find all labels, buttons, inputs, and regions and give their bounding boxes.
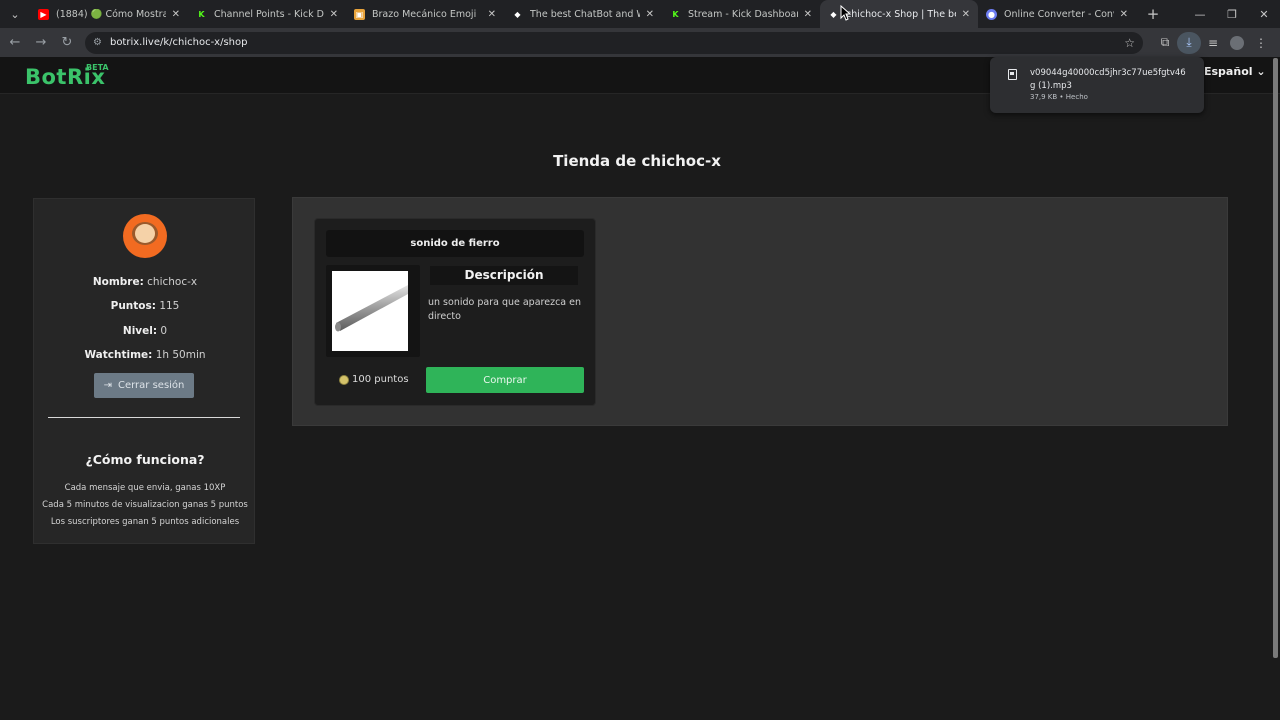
close-tab-icon[interactable]: ✕: [962, 9, 970, 20]
shop-item-card: sonido de fierro Descripción un sonido p…: [314, 218, 596, 406]
item-title: sonido de fierro: [326, 230, 584, 257]
close-tab-icon[interactable]: ✕: [488, 9, 496, 20]
beta-badge: BETA: [86, 63, 109, 72]
browser-toolbar: ← → ↻ ⚙ botrix.live/k/chichoc-x/shop ☆ ⧉…: [0, 28, 1280, 57]
kick-icon: K: [672, 9, 679, 19]
page-scrollbar[interactable]: [1273, 58, 1278, 658]
reload-icon[interactable]: ↻: [55, 31, 79, 55]
download-bubble: v09044g40000cd5jhr3c77ue5fgtv46g (1).mp3…: [990, 57, 1204, 113]
mouse-cursor-icon: [840, 5, 852, 21]
item-description: un sonido para que aparezca en directo: [428, 297, 581, 322]
tab-stream-dashboard[interactable]: K Stream - Kick Dashboard ✕: [662, 0, 820, 28]
close-tab-icon[interactable]: ✕: [646, 9, 654, 20]
how-line: Los suscriptores ganan 5 puntos adiciona…: [50, 517, 240, 527]
tab-botrix-home[interactable]: ◆ The best ChatBot and Widgets f ✕: [504, 0, 662, 28]
item-image: [332, 271, 408, 351]
tab-search-icon[interactable]: ⌄: [4, 3, 26, 25]
close-tab-icon[interactable]: ✕: [330, 9, 338, 20]
avatar: [123, 214, 167, 258]
new-tab-icon[interactable]: +: [1142, 5, 1164, 23]
close-tab-icon[interactable]: ✕: [172, 9, 180, 20]
level-value: 0: [160, 325, 168, 337]
restore-icon[interactable]: ❐: [1216, 0, 1248, 28]
download-filename[interactable]: v09044g40000cd5jhr3c77ue5fgtv46g (1).mp3: [1030, 67, 1190, 93]
tab-title: Channel Points - Kick Dashboar: [214, 8, 324, 20]
item-price: 100 puntos: [339, 374, 409, 385]
name-label: Nombre:: [92, 276, 144, 288]
address-bar[interactable]: ⚙ botrix.live/k/chichoc-x/shop ☆: [85, 31, 1143, 54]
url-text: botrix.live/k/chichoc-x/shop: [109, 37, 248, 48]
stat-level: Nivel: 0: [34, 325, 256, 337]
emoji-icon: ▣: [354, 8, 365, 20]
how-line: Cada mensaje que envia, ganas 10XP: [64, 483, 226, 493]
file-icon: [1008, 69, 1017, 80]
tab-channel-points[interactable]: K Channel Points - Kick Dashboar ✕: [188, 0, 346, 28]
converter-icon: ●: [986, 8, 997, 20]
level-label: Nivel:: [122, 325, 158, 337]
tab-brazo-emoji[interactable]: ▣ Brazo Mecánico Emoji ✕: [346, 0, 504, 28]
tab-title: chichoc-x Shop | The best Chat: [846, 8, 956, 20]
kick-icon: K: [198, 9, 205, 19]
item-image-frame: [326, 265, 420, 357]
stat-points: Puntos: 115: [34, 300, 256, 312]
language-label: Español: [1204, 65, 1253, 78]
shop-panel: sonido de fierro Descripción un sonido p…: [292, 197, 1228, 426]
profile-panel: Nombre: chichoc-x Puntos: 115 Nivel: 0 W…: [33, 198, 255, 544]
forward-icon[interactable]: →: [29, 31, 53, 55]
how-line: Cada 5 minutos de visualizacion ganas 5 …: [42, 500, 248, 510]
steel-rod-image: [335, 285, 408, 332]
tab-online-converter[interactable]: ● Online Converter - Convert Ima ✕: [978, 0, 1136, 28]
stat-name: Nombre: chichoc-x: [34, 276, 256, 288]
bookmark-star-icon[interactable]: ☆: [1124, 36, 1135, 50]
buy-button[interactable]: Comprar: [426, 367, 584, 393]
tab-title: Stream - Kick Dashboard: [688, 8, 798, 20]
price-text: 100 puntos: [352, 374, 409, 385]
sign-out-icon: ⇥: [103, 380, 112, 391]
tab-title: (1884) 🟢 Cómo Mostrar Video: [56, 8, 166, 20]
points-label: Puntos:: [110, 300, 156, 312]
divider: [48, 417, 240, 418]
name-value: chichoc-x: [147, 276, 198, 288]
tab-youtube[interactable]: ▶ (1884) 🟢 Cómo Mostrar Video ✕: [30, 0, 188, 28]
stat-watchtime: Watchtime: 1h 50min: [34, 349, 256, 361]
chevron-down-icon: ⌄: [1256, 65, 1266, 78]
window-controls: — ❐ ✕: [1184, 0, 1280, 28]
extensions-icon[interactable]: ⧉: [1153, 32, 1177, 54]
downloads-icon[interactable]: ⤓: [1177, 31, 1201, 54]
minimize-icon[interactable]: —: [1184, 0, 1216, 28]
close-tab-icon[interactable]: ✕: [1120, 9, 1128, 20]
tab-title: The best ChatBot and Widgets f: [530, 8, 640, 20]
browser-tab-strip: ⌄ ▶ (1884) 🟢 Cómo Mostrar Video ✕ K Chan…: [0, 0, 1280, 28]
menu-dots-icon[interactable]: ⋮: [1249, 32, 1273, 54]
language-selector[interactable]: Español ⌄: [1204, 65, 1266, 78]
back-icon[interactable]: ←: [3, 31, 27, 55]
watchtime-value: 1h 50min: [155, 349, 206, 361]
botrix-icon: ◆: [830, 9, 837, 19]
how-it-works-title: ¿Cómo funciona?: [85, 452, 205, 467]
points-value: 115: [159, 300, 180, 312]
coins-icon: [339, 374, 349, 385]
close-window-icon[interactable]: ✕: [1248, 0, 1280, 28]
logout-button[interactable]: ⇥ Cerrar sesión: [94, 373, 194, 398]
page-title: Tienda de chichoc-x: [553, 152, 721, 170]
logout-label: Cerrar sesión: [117, 380, 185, 391]
tab-title: Brazo Mecánico Emoji: [372, 8, 477, 20]
close-tab-icon[interactable]: ✕: [804, 9, 812, 20]
description-heading: Descripción: [430, 266, 578, 285]
media-controls-icon[interactable]: ≡: [1201, 32, 1225, 54]
profile-avatar-icon[interactable]: [1230, 35, 1244, 50]
youtube-icon: ▶: [38, 8, 49, 20]
site-info-icon[interactable]: ⚙: [93, 37, 102, 48]
tab-title: Online Converter - Convert Ima: [1004, 8, 1114, 20]
botrix-icon: ◆: [514, 9, 521, 19]
download-status: 37,9 KB • Hecho: [1030, 93, 1088, 101]
watchtime-label: Watchtime:: [84, 349, 153, 361]
